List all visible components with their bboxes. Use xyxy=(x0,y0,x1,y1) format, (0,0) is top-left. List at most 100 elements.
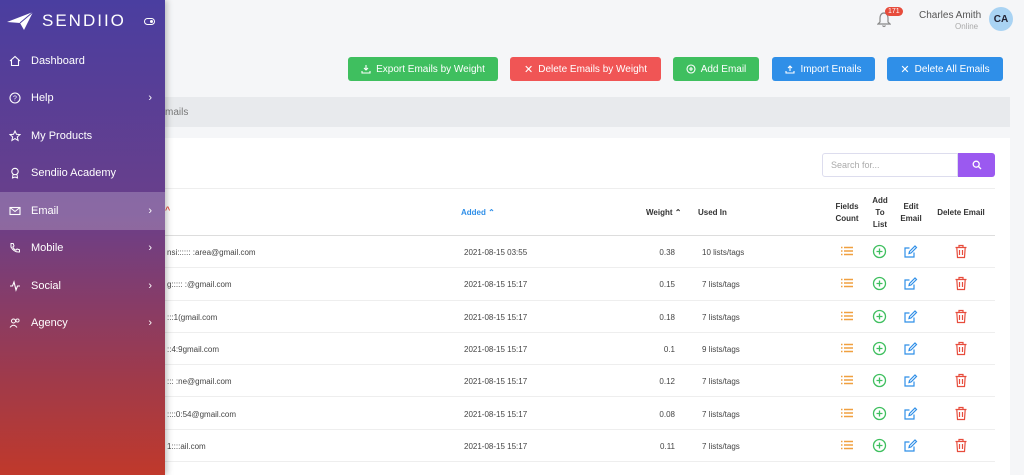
table-row: 1::::ail.com 2021-08-15 15:17 0.11 7 lists/… xyxy=(165,430,995,463)
download-icon xyxy=(361,65,371,74)
table-row: :::1(gmail.com 2021-08-15 15:17 0.18 7 list… xyxy=(165,301,995,333)
column-added[interactable]: Added ⌃ xyxy=(461,207,495,219)
added-date: 2021-08-15 15:17 xyxy=(464,312,528,322)
email-address: ::: :ne@gmail.com xyxy=(167,377,232,387)
chevron-right-icon: › xyxy=(148,204,152,217)
sidebar-item-email[interactable]: Email › xyxy=(0,192,165,230)
export-emails-label: Export Emails by Weight xyxy=(376,63,485,75)
fields-count-list-icon[interactable] xyxy=(840,406,856,422)
sidebar-item-label: Agency xyxy=(31,317,68,330)
email-address: g::::: :@gmail.com xyxy=(167,280,232,290)
add-to-list-icon[interactable] xyxy=(872,341,888,357)
mail-icon xyxy=(8,204,22,218)
sidebar-item-sendiio-academy[interactable]: Sendiio Academy xyxy=(0,155,165,193)
brand[interactable]: SENDIIO xyxy=(0,0,165,42)
edit-email-icon[interactable] xyxy=(903,244,919,260)
sidebar-toggle-icon[interactable] xyxy=(144,17,155,25)
breadcrumb-text: mails xyxy=(165,106,189,118)
add-to-list-icon[interactable] xyxy=(872,309,888,325)
delete-email-trash-icon[interactable] xyxy=(954,373,970,389)
sidebar-item-label: My Products xyxy=(31,129,93,142)
edit-email-icon[interactable] xyxy=(903,373,919,389)
add-to-list-icon[interactable] xyxy=(872,373,888,389)
column-add-to-list: Add To List xyxy=(872,196,888,229)
sidebar-item-label: Help xyxy=(31,92,54,105)
search-button[interactable] xyxy=(958,153,995,177)
fields-count-list-icon[interactable] xyxy=(840,244,856,260)
table-header: ^ Added ⌃ Weight ⌃ Used In Fields Count … xyxy=(165,188,995,236)
export-emails-button[interactable]: Export Emails by Weight xyxy=(348,57,498,81)
search-placeholder: Search for... xyxy=(831,160,880,170)
delete-email-trash-icon[interactable] xyxy=(954,438,970,454)
used-in-value: 10 lists/tags xyxy=(702,248,745,257)
add-email-button[interactable]: Add Email xyxy=(673,57,759,81)
breadcrumb: mails xyxy=(165,97,1010,127)
table-row: ::::0:54@gmail.com 2021-08-15 15:17 0.08 7 … xyxy=(165,398,995,430)
import-emails-label: Import Emails xyxy=(800,63,862,75)
email-address: ::::0:54@gmail.com xyxy=(167,409,237,419)
fields-count-list-icon[interactable] xyxy=(840,309,856,325)
table-row: ::4:9gmail.com 2021-08-15 15:17 0.1 9 lists… xyxy=(165,333,995,366)
used-in-value: 7 lists/tags xyxy=(702,441,740,451)
sidebar-item-dashboard[interactable]: Dashboard xyxy=(0,42,165,80)
users-icon xyxy=(8,316,22,330)
edit-email-icon[interactable] xyxy=(903,438,919,454)
edit-email-icon[interactable] xyxy=(903,406,919,422)
fields-count-list-icon[interactable] xyxy=(840,276,856,292)
paper-plane-logo-icon xyxy=(6,10,36,32)
added-date: 2021-08-15 15:17 xyxy=(464,441,528,451)
added-date: 2021-08-15 03:55 xyxy=(464,248,528,257)
edit-email-icon[interactable] xyxy=(903,276,919,292)
delete-emails-by-weight-button[interactable]: ✕ Delete Emails by Weight xyxy=(510,57,661,81)
delete-email-trash-icon[interactable] xyxy=(954,244,970,260)
delete-email-trash-icon[interactable] xyxy=(954,341,970,357)
delete-all-label: Delete All Emails xyxy=(914,63,990,75)
user-name[interactable]: Charles Amith xyxy=(919,10,981,21)
weight-value: 0.11 xyxy=(660,441,675,451)
sidebar-item-my-products[interactable]: My Products xyxy=(0,117,165,155)
top-header: 171 Charles Amith Online CA xyxy=(165,0,1024,40)
emails-table-card: Search for... ^ Added ⌃ Weight ⌃ Used In… xyxy=(165,138,1010,475)
delete-email-trash-icon[interactable] xyxy=(954,276,970,292)
added-date: 2021-08-15 15:17 xyxy=(464,280,528,290)
sidebar-item-mobile[interactable]: Mobile › xyxy=(0,230,165,268)
edit-email-icon[interactable] xyxy=(903,309,919,325)
column-fields-count: Fields Count xyxy=(835,202,859,223)
weight-value: 0.15 xyxy=(659,280,675,290)
chevron-right-icon: › xyxy=(148,242,152,255)
edit-email-icon[interactable] xyxy=(903,341,919,357)
sort-up-icon: ⌃ xyxy=(488,208,495,217)
column-added-label: Added xyxy=(461,208,486,217)
user-status: Online xyxy=(955,22,979,31)
delete-email-trash-icon[interactable] xyxy=(954,309,970,325)
fields-count-list-icon[interactable] xyxy=(840,373,856,389)
used-in-value: 7 lists/tags xyxy=(702,377,740,387)
email-address: :::1(gmail.com xyxy=(167,312,218,322)
used-in-value: 9 lists/tags xyxy=(702,344,740,354)
delete-all-emails-button[interactable]: ✕ Delete All Emails xyxy=(887,57,1003,81)
add-to-list-icon[interactable] xyxy=(872,406,888,422)
add-to-list-icon[interactable] xyxy=(872,244,888,260)
import-emails-button[interactable]: Import Emails xyxy=(772,57,875,81)
sidebar-item-agency[interactable]: Agency › xyxy=(0,305,165,343)
avatar[interactable]: CA xyxy=(989,7,1013,31)
search-input[interactable]: Search for... xyxy=(822,153,958,177)
column-weight-label: Weight xyxy=(646,208,673,217)
delete-email-trash-icon[interactable] xyxy=(954,406,970,422)
sidebar-item-label: Email xyxy=(31,204,59,217)
used-in-value: 7 lists/tags xyxy=(702,312,740,322)
sidebar-item-social[interactable]: Social › xyxy=(0,267,165,305)
add-to-list-icon[interactable] xyxy=(872,276,888,292)
sort-indicator-icon: ^ xyxy=(165,205,171,215)
award-icon xyxy=(8,166,22,180)
help-icon: ? xyxy=(8,91,22,105)
fields-count-list-icon[interactable] xyxy=(840,438,856,454)
add-to-list-icon[interactable] xyxy=(872,438,888,454)
star-icon xyxy=(8,129,22,143)
fields-count-list-icon[interactable] xyxy=(840,341,856,357)
sidebar-item-help[interactable]: ? Help › xyxy=(0,80,165,118)
close-icon: ✕ xyxy=(900,63,910,76)
column-weight[interactable]: Weight ⌃ xyxy=(646,207,681,219)
delete-by-weight-label: Delete Emails by Weight xyxy=(538,63,647,75)
chevron-right-icon: › xyxy=(148,279,152,292)
